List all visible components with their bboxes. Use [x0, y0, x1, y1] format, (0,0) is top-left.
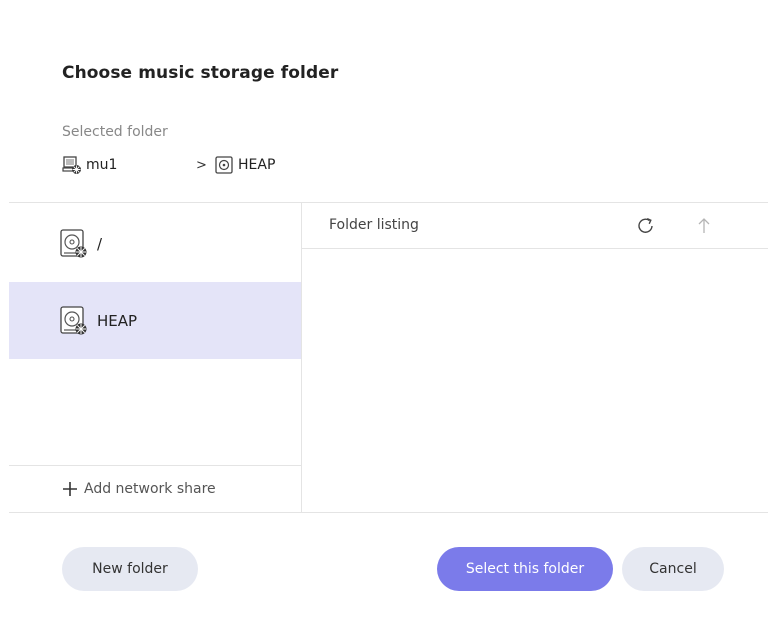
plus-icon [63, 482, 77, 496]
hard-drive-icon [60, 305, 87, 334]
breadcrumb-drive[interactable]: HEAP [214, 155, 275, 175]
drive-item-label: HEAP [97, 311, 138, 330]
drive-item-root[interactable]: / [9, 205, 301, 282]
breadcrumb-host-label: mu1 [86, 157, 118, 173]
breadcrumb: mu1 > HEAP [62, 152, 275, 178]
drive-list: / HEAP Add network share [9, 203, 302, 512]
folder-listing-panel: Folder listing [302, 203, 768, 512]
drive-item-heap[interactable]: HEAP [9, 282, 301, 359]
browser-panels: / HEAP Add network share Folder listing [9, 202, 768, 513]
hard-drive-icon [60, 228, 87, 257]
add-network-share-label: Add network share [84, 481, 216, 497]
drive-icon [215, 156, 233, 174]
breadcrumb-host[interactable]: mu1 [62, 155, 196, 175]
folder-chooser-dialog: Choose music storage folder Selected fol… [0, 0, 768, 637]
folder-listing-content [302, 249, 768, 512]
new-folder-button[interactable]: New folder [62, 547, 198, 591]
refresh-icon[interactable] [635, 215, 657, 237]
dialog-title: Choose music storage folder [62, 63, 339, 83]
selected-folder-label: Selected folder [62, 124, 168, 140]
folder-listing-title: Folder listing [329, 217, 419, 233]
drive-item-label: / [97, 234, 103, 253]
arrow-up-icon[interactable] [693, 215, 715, 237]
cancel-button[interactable]: Cancel [622, 547, 724, 591]
network-computer-icon [62, 156, 81, 174]
add-network-share-button[interactable]: Add network share [9, 465, 301, 512]
folder-listing-header: Folder listing [302, 203, 768, 249]
breadcrumb-drive-label: HEAP [238, 157, 276, 173]
select-folder-button[interactable]: Select this folder [437, 547, 613, 591]
breadcrumb-separator: > [196, 157, 207, 173]
